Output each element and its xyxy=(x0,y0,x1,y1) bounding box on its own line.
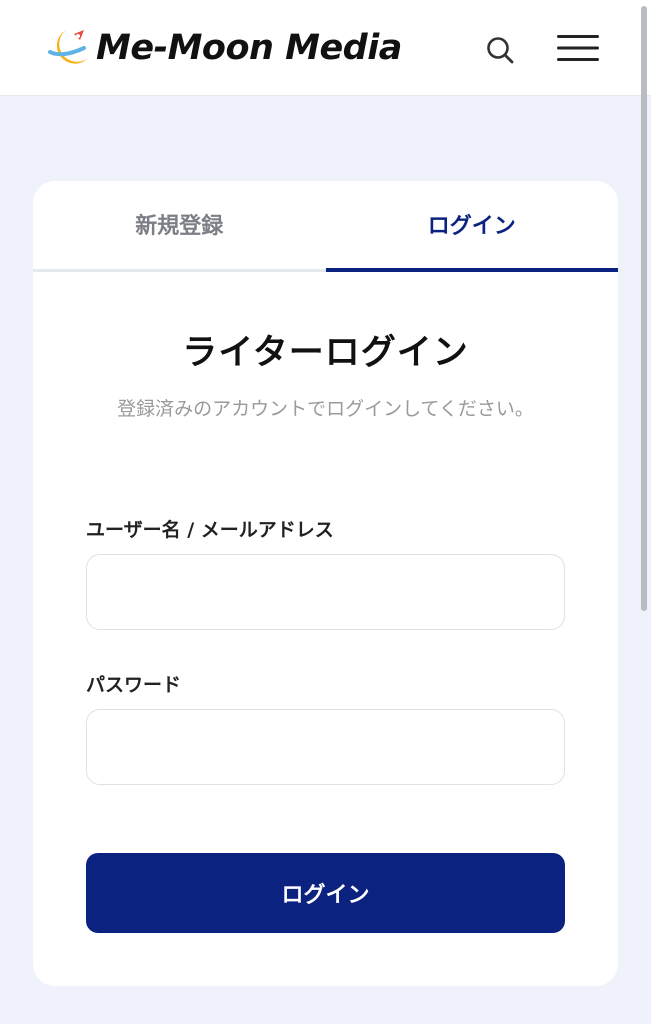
page-scrollbar[interactable] xyxy=(641,6,647,611)
login-button[interactable]: ログイン xyxy=(86,853,565,933)
logo-text: Me-Moon Media xyxy=(96,28,402,68)
hamburger-menu-icon xyxy=(557,35,599,61)
site-logo[interactable]: Me-Moon Media xyxy=(44,26,402,70)
site-header: Me-Moon Media xyxy=(0,0,651,96)
page-subtitle: 登録済みのアカウントでログインしてください。 xyxy=(117,398,534,420)
moon-rocket-logo-icon xyxy=(48,30,88,64)
tab-register[interactable]: 新規登録 xyxy=(33,181,326,272)
tab-login[interactable]: ログイン xyxy=(325,181,618,272)
page-title: ライターログイン xyxy=(182,333,469,373)
search-icon xyxy=(487,37,514,64)
search-button[interactable] xyxy=(480,30,520,70)
menu-button[interactable] xyxy=(552,28,604,68)
username-input[interactable] xyxy=(86,554,565,630)
username-label: ユーザー名 / メールアドレス xyxy=(86,519,334,541)
password-label: パスワード xyxy=(86,674,182,696)
password-input[interactable] xyxy=(86,709,565,785)
auth-tabs: 新規登録 ログイン xyxy=(33,181,618,272)
login-card: 新規登録 ログイン ライターログイン 登録済みのアカウントでログインしてください… xyxy=(33,181,618,986)
